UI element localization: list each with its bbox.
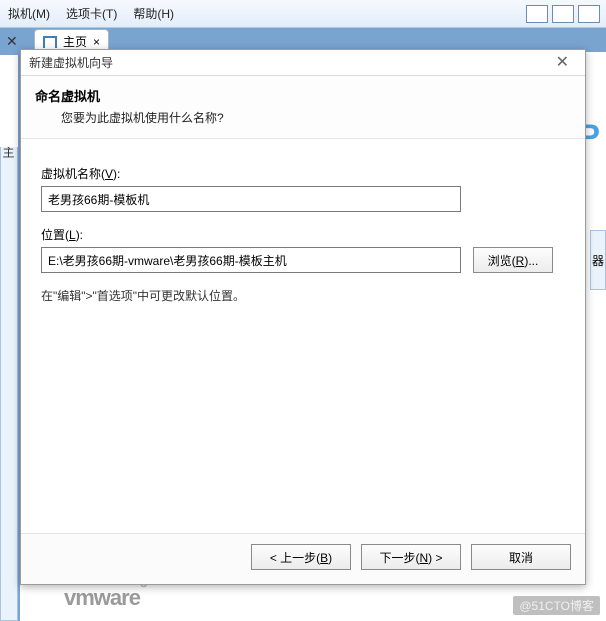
new-vm-wizard-dialog: 新建虚拟机向导 ✕ 命名虚拟机 您要为此虚拟机使用什么名称? 虚拟机名称(V):… bbox=[20, 49, 586, 585]
right-panel-collapsed[interactable]: 器 bbox=[590, 230, 606, 290]
toolbar-button[interactable] bbox=[578, 5, 600, 23]
vmware-logo: vmware® bbox=[64, 585, 146, 611]
location-label: 位置(L): bbox=[41, 226, 565, 243]
cancel-button[interactable]: 取消 bbox=[471, 544, 571, 570]
wizard-header: 命名虚拟机 您要为此虚拟机使用什么名称? bbox=[21, 76, 585, 139]
next-button[interactable]: 下一步(N) > bbox=[361, 544, 461, 570]
browse-button[interactable]: 浏览(R)... bbox=[473, 247, 553, 273]
wizard-content: 虚拟机名称(V): 位置(L): 浏览(R)... 在"编辑">"首选项"中可更… bbox=[21, 139, 585, 533]
menu-item-tabs[interactable]: 选项卡(T) bbox=[66, 5, 117, 22]
location-hint: 在"编辑">"首选项"中可更改默认位置。 bbox=[41, 287, 565, 304]
left-edge bbox=[0, 55, 18, 147]
wizard-step-title: 命名虚拟机 bbox=[35, 86, 571, 105]
location-input[interactable] bbox=[41, 247, 461, 273]
toolbar-button[interactable] bbox=[552, 5, 574, 23]
close-icon[interactable]: ✕ bbox=[550, 54, 575, 72]
menu-item-help[interactable]: 帮助(H) bbox=[133, 5, 174, 22]
wizard-step-subtitle: 您要为此虚拟机使用什么名称? bbox=[35, 109, 571, 126]
toolbar-button[interactable] bbox=[526, 5, 548, 23]
background-menu: 拟机(M) 选项卡(T) 帮助(H) bbox=[0, 0, 606, 28]
home-icon bbox=[43, 36, 57, 48]
watermark: @51CTO博客 bbox=[513, 596, 600, 615]
back-button[interactable]: < 上一步(B) bbox=[251, 544, 351, 570]
tab-label: 主页 bbox=[63, 33, 87, 50]
dialog-title: 新建虚拟机向导 bbox=[29, 54, 113, 71]
vm-name-input[interactable] bbox=[41, 186, 461, 212]
wizard-footer: < 上一步(B) 下一步(N) > 取消 bbox=[21, 533, 585, 584]
panel-close-icon[interactable]: ✕ bbox=[6, 33, 18, 50]
vm-name-label: 虚拟机名称(V): bbox=[41, 165, 565, 182]
dialog-titlebar: 新建虚拟机向导 ✕ bbox=[21, 50, 585, 76]
menu-item-cut[interactable]: 拟机(M) bbox=[8, 5, 50, 22]
tab-close-icon[interactable]: × bbox=[93, 35, 100, 49]
